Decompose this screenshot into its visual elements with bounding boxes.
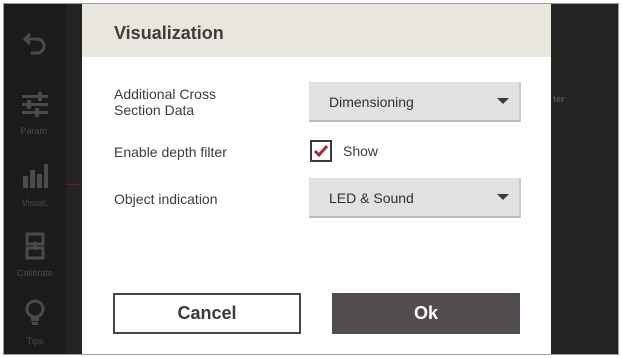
object-indication-value: LED & Sound: [329, 190, 414, 206]
object-indication-dropdown[interactable]: LED & Sound: [309, 178, 521, 218]
calibrate-icon: [25, 232, 45, 260]
sidebar-item-undo[interactable]: [4, 14, 66, 74]
depth-filter-label: Enable depth filter: [114, 144, 227, 160]
depth-filter-checkbox[interactable]: [310, 140, 332, 162]
undo-icon: [22, 32, 46, 55]
cross-section-label-line1: Additional Cross: [114, 86, 216, 102]
sidebar-item-label: Calibrate: [16, 268, 54, 278]
ok-button[interactable]: Ok: [332, 293, 520, 334]
sidebar-item-calibrate[interactable]: Calibrate: [4, 226, 66, 286]
cross-section-label: Additional Cross Section Data: [114, 86, 216, 118]
screen: Param. Visual. Calibrate Tips ter Visual…: [0, 0, 622, 358]
sliders-icon: [22, 92, 48, 117]
bar-chart-icon: [23, 164, 48, 188]
sidebar-item-parameters[interactable]: Param.: [4, 86, 66, 146]
background-right-text: ter: [553, 94, 565, 104]
sidebar-item-label: Visual.: [21, 198, 49, 208]
sidebar: Param. Visual. Calibrate Tips: [4, 4, 66, 354]
sidebar-item-label: Tips: [26, 336, 44, 346]
sidebar-item-tips[interactable]: Tips: [4, 294, 66, 354]
cross-section-dropdown[interactable]: Dimensioning: [309, 82, 521, 122]
sidebar-item-visualization[interactable]: Visual.: [4, 156, 66, 216]
chevron-down-icon: [497, 98, 509, 104]
cross-section-value: Dimensioning: [329, 94, 414, 110]
dialog-header: Visualization: [82, 4, 551, 57]
visualization-dialog: Visualization Additional Cross Section D…: [82, 4, 551, 354]
checkmark-icon: [313, 145, 329, 158]
sidebar-item-label: Param.: [20, 126, 50, 136]
object-indication-label: Object indication: [114, 191, 218, 207]
depth-filter-checkbox-label[interactable]: Show: [343, 143, 378, 159]
app-frame: Param. Visual. Calibrate Tips ter Visual…: [3, 3, 619, 355]
lightbulb-icon: [25, 299, 45, 325]
chevron-down-icon: [497, 194, 509, 200]
cancel-button[interactable]: Cancel: [113, 293, 301, 334]
dialog-title: Visualization: [114, 23, 224, 43]
cross-section-label-line2: Section Data: [114, 102, 195, 118]
